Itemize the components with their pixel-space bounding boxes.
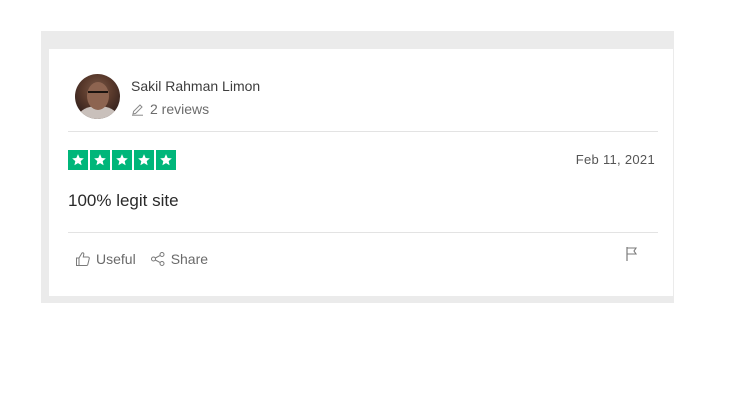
reviewer-name[interactable]: Sakil Rahman Limon [131,78,260,94]
star-icon [134,150,154,170]
header-divider [68,131,658,132]
reviewer-review-count: 2 reviews [131,101,209,117]
avatar-glasses [88,91,108,98]
share-button[interactable]: Share [150,251,208,267]
report-button[interactable] [625,246,639,267]
useful-button[interactable]: Useful [75,251,136,267]
review-count-label: 2 reviews [150,101,210,117]
star-icon [156,150,176,170]
star-rating [68,150,176,170]
review-actions: Useful Share [75,251,208,267]
useful-label: Useful [96,251,136,267]
star-icon [90,150,110,170]
flag-icon [625,247,639,266]
avatar[interactable] [75,74,120,119]
review-card: Sakil Rahman Limon 2 reviews Feb 11, 202… [49,49,673,296]
review-text: 100% legit site [68,191,179,210]
thumbs-up-icon [75,251,91,267]
share-label: Share [170,251,209,267]
share-icon [150,251,166,267]
footer-divider [68,232,658,233]
pencil-icon [131,103,144,116]
star-icon [112,150,132,170]
review-date: Feb 11, 2021 [575,152,655,167]
star-icon [68,150,88,170]
